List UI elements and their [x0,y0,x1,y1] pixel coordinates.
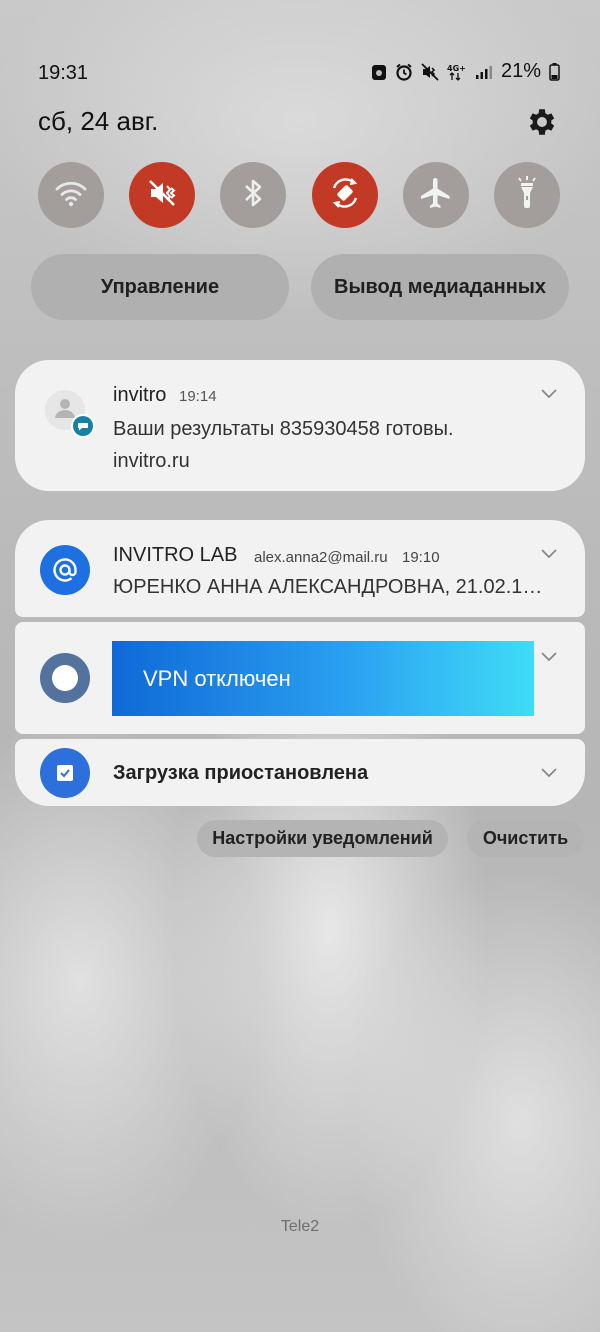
mute-vibrate-icon [145,176,179,215]
chevron-down-icon[interactable] [541,768,557,778]
device-control-button[interactable]: Управление [31,254,289,320]
chevron-down-icon[interactable] [541,389,557,399]
notification-account: alex.anna2@mail.ru [254,549,388,566]
network-4g-icon: 4G+ [447,63,467,81]
status-time: 19:31 [38,62,89,84]
airplane-mode-toggle[interactable] [403,162,469,228]
notification-vpn[interactable]: VPN отключен [15,622,585,734]
notification-app-name: INVITRO LAB [113,544,238,566]
notification-time: 19:10 [402,549,440,566]
notification-mail[interactable]: INVITRO LAB alex.anna2@mail.ru 19:10 ЮРЕ… [15,520,585,617]
vpn-status-banner: VPN отключен [112,641,534,716]
vpn-status-text: VPN отключен [143,665,291,691]
svg-text:4G+: 4G+ [447,64,466,73]
alarm-icon [395,63,413,81]
media-output-button[interactable]: Вывод медиаданных [311,254,569,320]
notification-text: ЮРЕНКО АННА АЛЕКСАНДРОВНА, 21.02.19… [113,576,543,598]
quick-settings-row [38,162,562,228]
notification-invitro[interactable]: invitro 19:14 Ваши результаты 835930458 … [15,360,585,491]
date: сб, 24 авг. [38,106,159,136]
vpn-app-icon [40,653,90,703]
chevron-down-icon[interactable] [541,652,557,662]
notification-text: Загрузка приостановлена [113,762,369,784]
notification-time: 19:14 [179,388,217,405]
battery-icon [549,62,560,81]
notification-app-name: invitro [113,384,167,406]
mute-toggle[interactable] [129,162,195,228]
screenshot-icon [371,63,387,81]
notification-settings-button[interactable]: Настройки уведомлений [197,820,448,857]
status-icons: 4G+ 21% [371,60,560,83]
clear-all-button[interactable]: Очистить [467,820,584,857]
download-app-icon [40,748,90,798]
chevron-down-icon[interactable] [541,549,557,559]
flashlight-toggle[interactable] [494,162,560,228]
carrier-label: Tele2 [280,1218,320,1235]
auto-rotate-toggle[interactable] [312,162,378,228]
invitro-app-icon [43,388,97,442]
mute-icon [421,62,439,81]
battery-percent: 21% [500,60,541,82]
status-bar: 19:31 4G+ 21% сб, 24 авг. [0,0,600,150]
bluetooth-toggle[interactable] [220,162,286,228]
flashlight-icon [512,175,542,216]
notification-text: Ваши результаты 835930458 готовы. [113,418,454,440]
wifi-icon [54,178,88,213]
bluetooth-icon [238,176,268,215]
notification-download[interactable]: Загрузка приостановлена [15,739,585,806]
settings-gear-icon[interactable] [525,105,559,139]
signal-icon [475,64,493,80]
notification-subtext: invitro.ru [113,450,190,472]
auto-rotate-icon [326,174,364,217]
wifi-toggle[interactable] [38,162,104,228]
airplane-icon [418,175,454,216]
mail-app-icon [40,545,90,595]
